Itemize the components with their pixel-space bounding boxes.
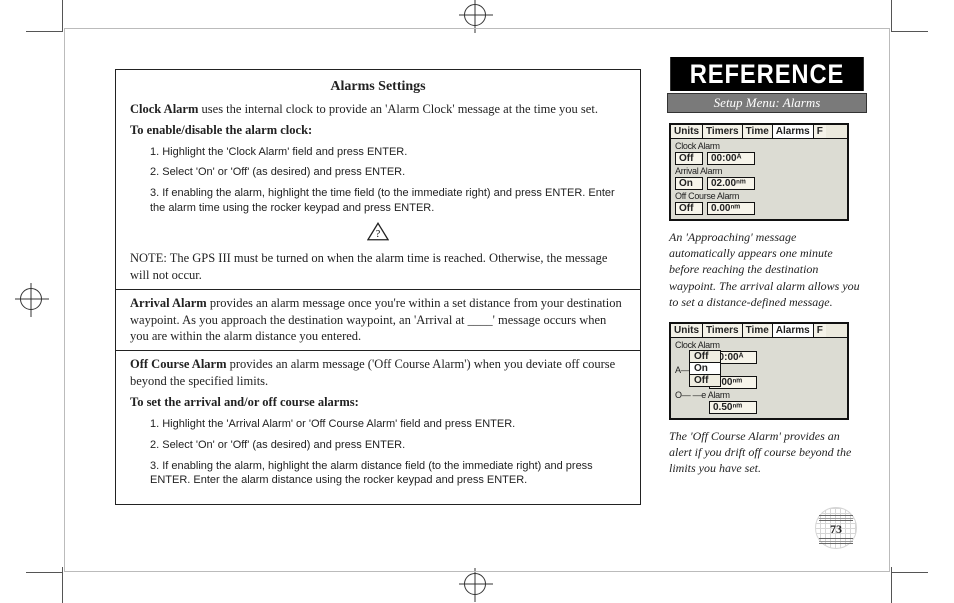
lcd-field: On <box>675 177 703 190</box>
crop-mark <box>891 0 892 32</box>
step: 3. If enabling the alarm, highlight the … <box>150 459 626 489</box>
svg-text:?: ? <box>376 229 381 240</box>
menu-item: On <box>690 363 720 375</box>
crop-mark <box>62 0 63 32</box>
lcd-tabs: Units Timers Time Alarms F <box>671 125 847 139</box>
menu-item: Off <box>690 375 720 386</box>
lcd-tabs: Units Timers Time Alarms F <box>671 324 847 338</box>
lcd-field: Off <box>675 152 703 165</box>
lcd-label: O— —e Alarm <box>675 390 843 400</box>
lcd-label: Arrival Alarm <box>675 166 843 176</box>
step: 1. Highlight the 'Clock Alarm' field and… <box>150 145 626 160</box>
arrival-alarm-intro: Arrival Alarm provides an alarm message … <box>130 295 626 346</box>
crop-mark <box>62 567 63 603</box>
lcd-body: Clock Alarm Off 00:00ᴬ Arrival Alarm On 02… <box>671 139 847 219</box>
warning-icon: ? <box>130 222 626 246</box>
crop-mark <box>26 572 62 573</box>
lcd-tab: Timers <box>703 324 743 337</box>
page-frame: Alarms Settings Clock Alarm uses the int… <box>64 28 890 572</box>
crop-mark <box>892 31 928 32</box>
crop-mark <box>891 567 892 603</box>
caption-2: The 'Off Course Alarm' provides an alert… <box>669 428 865 477</box>
lcd-value: 02.00ⁿᵐ <box>707 177 755 190</box>
reference-banner: REFERENCE <box>670 57 864 91</box>
step: 1. Highlight the 'Arrival Alarm' or 'Off… <box>150 417 626 432</box>
registration-mark-top <box>464 4 486 26</box>
step: 2. Select 'On' or 'Off' (as desired) and… <box>150 438 626 453</box>
lcd-tab: F <box>814 125 826 138</box>
lcd-screenshot-1: Units Timers Time Alarms F Clock Alarm O… <box>669 123 849 221</box>
section-subhead: Setup Menu: Alarms <box>667 93 867 113</box>
registration-mark-left <box>20 288 42 310</box>
lcd-tab: Timers <box>703 125 743 138</box>
step: 3. If enabling the alarm, highlight the … <box>150 186 626 216</box>
caption-1: An 'Approaching' message automatically a… <box>669 229 865 310</box>
lcd-field: Off <box>675 202 703 215</box>
lcd-label: Clock Alarm <box>675 141 843 151</box>
note: NOTE: The GPS III must be turned on when… <box>130 250 626 284</box>
divider <box>116 289 640 290</box>
alarms-settings-box: Alarms Settings Clock Alarm uses the int… <box>115 69 641 505</box>
divider <box>116 350 640 351</box>
clock-alarm-intro: Clock Alarm uses the internal clock to p… <box>130 101 626 118</box>
page-number: 73 <box>819 514 853 545</box>
lcd-tab: Units <box>671 324 703 337</box>
sidebar-column: REFERENCE Setup Menu: Alarms Units Timer… <box>663 29 889 571</box>
main-column: Alarms Settings Clock Alarm uses the int… <box>65 29 663 571</box>
lcd-body: Clock Alarm 00:00ᴬ A— —larm 0.00ⁿᵐ O— —e… <box>671 338 847 418</box>
lcd-value: 0.00ⁿᵐ <box>707 202 755 215</box>
lcd-popup-menu: Off On Off <box>689 350 721 387</box>
crop-mark <box>26 31 62 32</box>
lcd-tab: Alarms <box>773 125 814 138</box>
lcd-label: Off Course Alarm <box>675 191 843 201</box>
registration-mark-bottom <box>464 573 486 595</box>
lcd-tab: Alarms <box>773 324 814 337</box>
box-title: Alarms Settings <box>130 78 626 97</box>
lcd-label: Clock Alarm <box>675 340 843 350</box>
lcd-value: 00:00ᴬ <box>707 152 755 165</box>
off-course-intro: Off Course Alarm provides an alarm messa… <box>130 356 626 390</box>
lcd-tab: Time <box>743 324 773 337</box>
lcd-tab: Units <box>671 125 703 138</box>
lcd-value: 0.50ⁿᵐ <box>709 401 757 414</box>
set-sub: To set the arrival and/or off course ala… <box>130 394 626 411</box>
step: 2. Select 'On' or 'Off' (as desired) and… <box>150 165 626 180</box>
lcd-screenshot-2: Units Timers Time Alarms F Clock Alarm 0… <box>669 322 849 420</box>
menu-item: Off <box>690 351 720 363</box>
lcd-tab: F <box>814 324 826 337</box>
clock-sub: To enable/disable the alarm clock: <box>130 122 626 139</box>
crop-mark <box>892 572 928 573</box>
lcd-tab: Time <box>743 125 773 138</box>
